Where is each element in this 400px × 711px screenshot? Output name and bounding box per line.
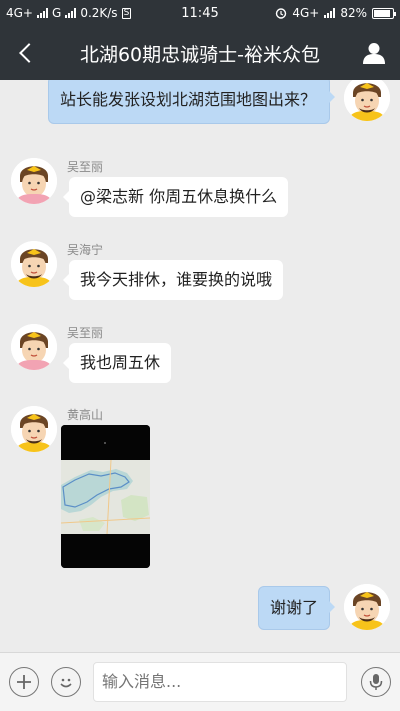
message-text: 我也周五休: [80, 353, 161, 372]
user-avatar-icon: [11, 158, 57, 204]
network-label: 4G+: [6, 6, 33, 20]
plus-icon: [17, 675, 31, 689]
message-text: @梁志新 你周五休息换什么: [80, 187, 278, 206]
add-attachment-button[interactable]: [9, 667, 39, 697]
person-icon: [363, 43, 385, 64]
microphone-icon: [369, 674, 383, 690]
back-button[interactable]: [0, 26, 52, 80]
avatar[interactable]: [344, 80, 390, 121]
user-avatar-icon: [11, 324, 57, 370]
message-input[interactable]: [93, 662, 347, 702]
avatar[interactable]: [11, 158, 57, 204]
voice-button[interactable]: [361, 667, 391, 697]
battery-percent: 82%: [340, 6, 367, 20]
message-input-bar: [0, 652, 400, 711]
user-avatar-icon: [11, 406, 57, 452]
signal-icon-2: [65, 8, 77, 18]
page-title: 北湖60期忠诚骑士-裕米众包: [79, 43, 321, 66]
avatar[interactable]: [11, 324, 57, 370]
message-text: 站长能发张设划北湖范围地图出来？: [60, 90, 317, 109]
user-avatar-icon: [344, 80, 390, 121]
message-bubble[interactable]: 我也周五休: [62, 343, 172, 383]
network-label-2: G: [52, 6, 62, 20]
map-image: [61, 425, 150, 568]
chat-area[interactable]: 站长能发张设划北湖范围地图出来？ 吴至丽 @梁志新 你周五休息换什么 吴海宁 我…: [0, 80, 400, 652]
group-profile-button[interactable]: [348, 26, 400, 80]
sender-name: 吴海宁: [67, 243, 104, 257]
message-bubble[interactable]: 我今天排休，谁要换的说哦: [62, 260, 284, 300]
title-bar: 北湖60期忠诚骑士-裕米众包: [0, 26, 400, 80]
s-badge-icon: S: [121, 7, 132, 19]
user-avatar-icon: [11, 241, 57, 287]
signal-icon: [37, 8, 48, 18]
avatar[interactable]: [344, 584, 390, 630]
battery-icon: [372, 7, 396, 19]
sender-name: 黄高山: [67, 408, 104, 422]
network-speed: 0.2K/s: [80, 6, 118, 20]
emoji-icon: [60, 678, 72, 688]
signal-icon-3: [324, 8, 336, 18]
map-image-message[interactable]: [61, 425, 150, 568]
message-bubble[interactable]: @梁志新 你周五休息换什么: [62, 177, 289, 217]
avatar[interactable]: [11, 241, 57, 287]
message-bubble-self[interactable]: 谢谢了: [258, 586, 336, 630]
network-label-3: 4G+: [292, 6, 320, 20]
alarm-icon: [276, 8, 287, 19]
message-bubble-self[interactable]: 站长能发张设划北湖范围地图出来？: [48, 80, 335, 124]
sender-name: 吴至丽: [67, 326, 104, 340]
sender-name: 吴至丽: [67, 160, 104, 174]
status-bar: 4G+ G 0.2K/s S 11:45 4G+ 82%: [0, 0, 400, 26]
back-chevron-icon: [19, 43, 39, 63]
message-text: 谢谢了: [270, 598, 319, 617]
avatar[interactable]: [11, 406, 57, 452]
user-avatar-icon: [344, 584, 390, 630]
emoji-button[interactable]: [51, 667, 81, 697]
message-text: 我今天排休，谁要换的说哦: [80, 270, 273, 289]
